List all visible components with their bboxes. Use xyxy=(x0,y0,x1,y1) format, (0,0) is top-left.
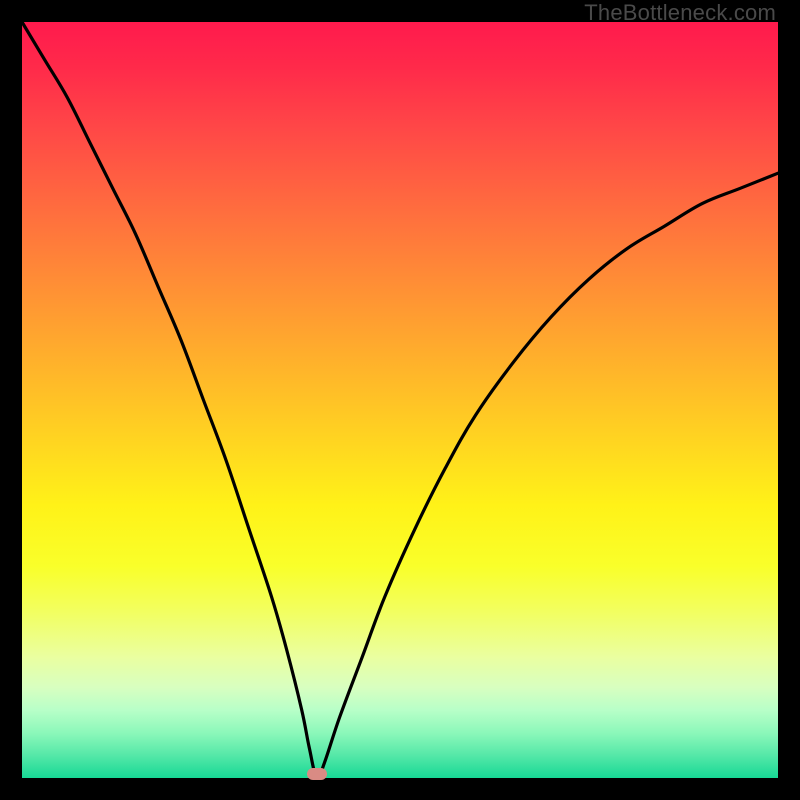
watermark-label: TheBottleneck.com xyxy=(584,0,776,26)
chart-frame: TheBottleneck.com xyxy=(0,0,800,800)
minimum-marker-icon xyxy=(307,768,327,780)
bottleneck-curve xyxy=(22,22,778,778)
